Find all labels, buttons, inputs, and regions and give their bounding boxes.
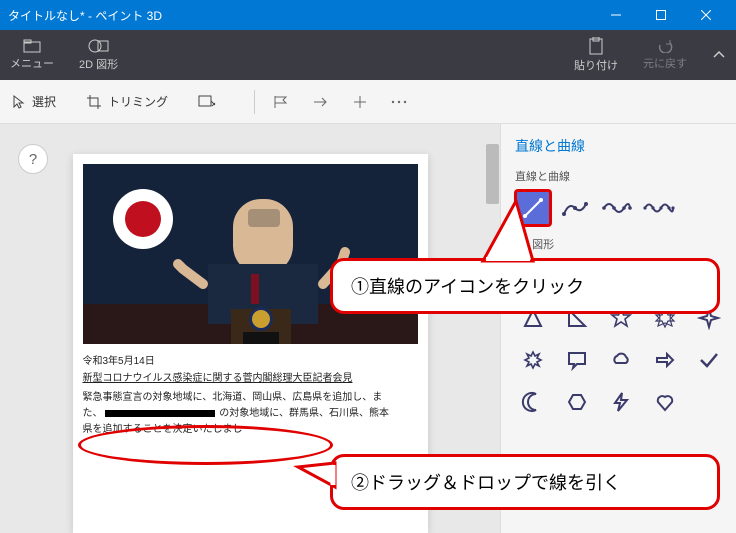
trimming-label: トリミング	[108, 93, 168, 110]
flag-icon[interactable]	[273, 95, 289, 109]
collapse-button[interactable]	[712, 50, 726, 60]
shapes2d-icon	[88, 38, 110, 54]
document-photo	[83, 164, 418, 344]
doc-date: 令和3年5月14日	[83, 352, 418, 367]
minimize-button[interactable]	[593, 0, 638, 30]
undo-icon	[656, 39, 674, 53]
callout-1-text: ①直線のアイコンをクリック	[351, 277, 584, 297]
lightning-shape[interactable]	[603, 384, 639, 420]
crop-icon	[86, 94, 102, 110]
callout-1: ①直線のアイコンをクリック	[330, 258, 720, 314]
plus-icon[interactable]	[353, 95, 367, 109]
arrow-shape[interactable]	[647, 342, 683, 378]
speech-rect-shape[interactable]	[559, 342, 595, 378]
cursor-icon	[12, 94, 26, 110]
shapes2d-button[interactable]: 2D 図形	[79, 38, 118, 72]
curve5-tool[interactable]	[641, 190, 677, 226]
sidebar-heading: 直線と曲線	[515, 136, 722, 156]
moon-shape[interactable]	[515, 384, 551, 420]
redaction-line	[105, 410, 215, 417]
paste-button[interactable]: 貼り付け	[574, 37, 618, 73]
doc-title: 新型コロナウイルス感染症に関する菅内閣総理大臣記者会見	[83, 369, 418, 384]
callout-2: ②ドラッグ＆ドロップで線を引く	[330, 454, 720, 510]
menu-label: メニュー	[10, 55, 54, 71]
menu-button[interactable]: メニュー	[10, 39, 54, 71]
more-icon[interactable]	[391, 99, 407, 105]
section-lines-label: 直線と曲線	[515, 168, 722, 184]
check-shape[interactable]	[691, 342, 727, 378]
toolbar: 選択 トリミング	[0, 80, 736, 124]
callout-2-text: ②ドラッグ＆ドロップで線を引く	[351, 473, 621, 493]
maximize-button[interactable]	[638, 0, 683, 30]
chevron-up-icon	[712, 50, 726, 60]
select-tool[interactable]: 選択	[12, 93, 56, 110]
ribbon: メニュー 2D 図形 貼り付け 元に戻す	[0, 30, 736, 80]
scroll-thumb[interactable]	[486, 144, 499, 204]
titlebar: タイトルなし* - ペイント 3D	[0, 0, 736, 30]
heart-shape[interactable]	[647, 384, 683, 420]
window-title: タイトルなし* - ペイント 3D	[8, 7, 593, 24]
help-button[interactable]: ?	[18, 144, 48, 174]
magic-select-icon	[198, 95, 216, 109]
polygon-shape[interactable]	[559, 384, 595, 420]
crop-tool[interactable]: トリミング	[86, 93, 168, 110]
undo-button[interactable]: 元に戻す	[643, 39, 687, 71]
folder-icon	[23, 39, 41, 53]
arrow-right-icon[interactable]	[313, 95, 329, 109]
shapes2d-label: 2D 図形	[79, 56, 118, 72]
cloud-shape[interactable]	[603, 342, 639, 378]
paste-icon	[588, 37, 604, 55]
select-label: 選択	[32, 93, 56, 110]
burst-shape[interactable]	[515, 342, 551, 378]
close-button[interactable]	[683, 0, 728, 30]
window-controls	[593, 0, 728, 30]
curve4-tool[interactable]	[599, 190, 635, 226]
curve3-tool[interactable]	[557, 190, 593, 226]
paste-label: 貼り付け	[574, 57, 618, 73]
magic-select-tool[interactable]	[198, 95, 216, 109]
separator	[254, 90, 255, 114]
undo-label: 元に戻す	[643, 55, 687, 71]
